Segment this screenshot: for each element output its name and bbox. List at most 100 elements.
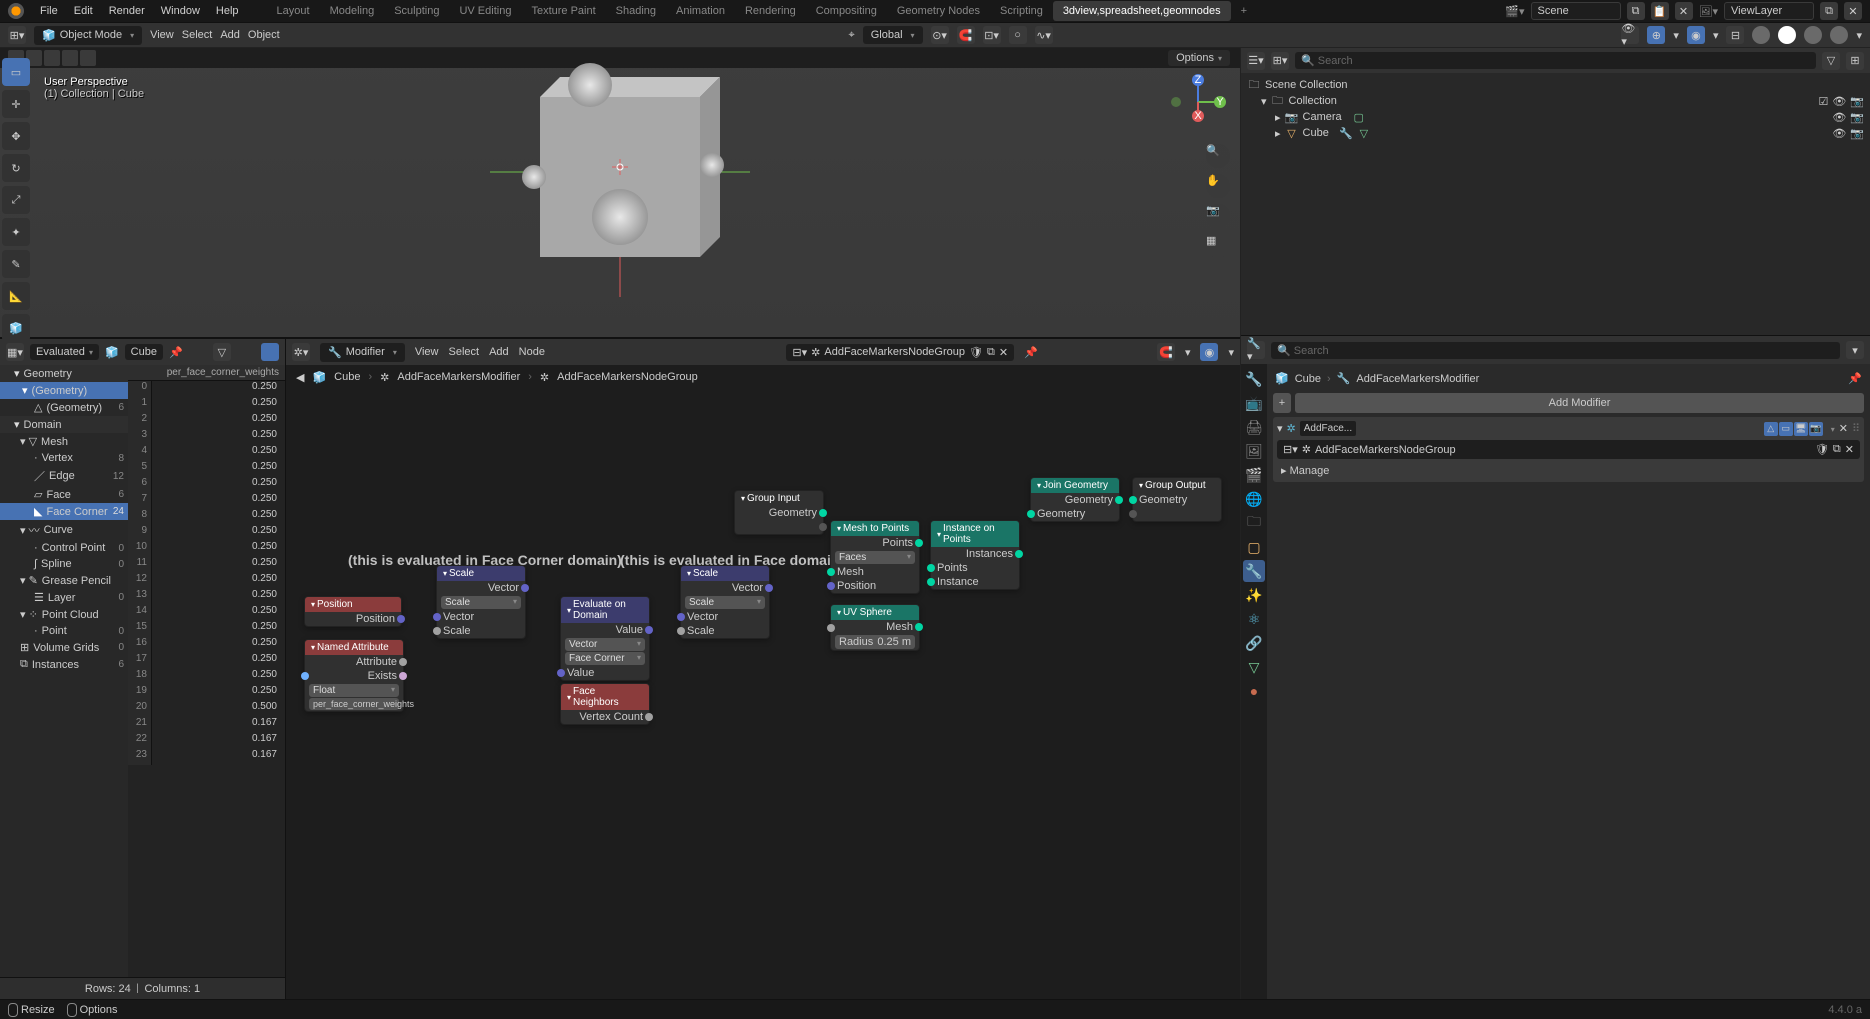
snap-type-icon[interactable]: ⊡▾ xyxy=(983,26,1001,44)
node-uv-sphere[interactable]: UV Sphere Mesh Radius0.25 m xyxy=(830,604,920,651)
menu-render[interactable]: Render xyxy=(101,5,153,17)
table-row[interactable]: 40.250 xyxy=(128,445,285,461)
node-group-output[interactable]: Group Output Geometry xyxy=(1132,477,1222,522)
table-row[interactable]: 130.250 xyxy=(128,589,285,605)
pan-icon[interactable]: ✋ xyxy=(1206,174,1230,198)
table-row[interactable]: 120.250 xyxy=(128,573,285,589)
tab-mesh-icon[interactable]: ▽ xyxy=(1243,656,1265,678)
table-row[interactable]: 110.250 xyxy=(128,557,285,573)
viewport-options[interactable]: Options xyxy=(1168,50,1230,66)
sel-invert-icon[interactable] xyxy=(62,50,78,66)
eval-domain-domain[interactable]: Face Corner xyxy=(565,652,645,665)
props-editor-icon[interactable]: 🔧▾ xyxy=(1247,341,1265,359)
tab-world-icon[interactable]: 🌐 xyxy=(1243,488,1265,510)
proportional-icon[interactable]: ○ xyxy=(1009,26,1027,44)
vp-menu-view[interactable]: View xyxy=(150,29,174,41)
geonodes-type-select[interactable]: 🔧 Modifier xyxy=(320,343,405,362)
tab-collection-icon[interactable]: 🗀 xyxy=(1243,512,1265,534)
filter-funnel-icon[interactable]: ▽ xyxy=(213,343,231,361)
tree-geometry-inner[interactable]: ▾ (Geometry) xyxy=(0,382,128,399)
tab-compositing[interactable]: Compositing xyxy=(806,1,887,21)
table-row[interactable]: 90.250 xyxy=(128,525,285,541)
tab-uv[interactable]: UV Editing xyxy=(449,1,521,21)
nodegroup-selector[interactable]: ⊟▾ ✲ AddFaceMarkersNodeGroup 🛡 ⧉ ✕ xyxy=(786,344,1014,361)
tree-ctrlpt[interactable]: · Control Point0 xyxy=(0,540,128,556)
table-row[interactable]: 00.250 xyxy=(128,381,285,397)
mod-top-icon[interactable]: △ xyxy=(1764,422,1778,436)
tree-face-corner[interactable]: ◣ Face Corner24 xyxy=(0,503,128,520)
menu-edit[interactable]: Edit xyxy=(66,5,101,17)
tree-mesh[interactable]: ▾ ▽ Mesh xyxy=(0,433,128,450)
tool-select-box-icon[interactable]: ▭ xyxy=(2,58,30,86)
named-attr-type[interactable]: Float xyxy=(309,684,399,697)
node-instance-on-points[interactable]: Instance on Points Instances Points Inst… xyxy=(930,520,1020,590)
table-row[interactable]: 180.250 xyxy=(128,669,285,685)
tab-physics-icon[interactable]: ⚛ xyxy=(1243,608,1265,630)
props-options-icon[interactable]: ▾ xyxy=(1846,341,1864,359)
table-row[interactable]: 150.250 xyxy=(128,621,285,637)
tab-texpaint[interactable]: Texture Paint xyxy=(521,1,605,21)
outliner-new-collection-icon[interactable]: ⊞ xyxy=(1846,52,1864,70)
node-face-neighbors[interactable]: Face Neighbors Vertex Count xyxy=(560,683,650,725)
tab-material-icon[interactable]: ● xyxy=(1243,680,1265,702)
tree-gp[interactable]: ▾ ✎ Grease Pencil xyxy=(0,572,128,589)
outliner-filter-icon[interactable]: ▽ xyxy=(1822,52,1840,70)
table-row[interactable]: 160.250 xyxy=(128,637,285,653)
table-row[interactable]: 170.250 xyxy=(128,653,285,669)
tool-rotate-icon[interactable]: ↻ xyxy=(2,154,30,182)
scale1-mode[interactable]: Scale xyxy=(441,596,521,609)
manage-panel[interactable]: ▸ Manage xyxy=(1275,461,1862,480)
persp-ortho-icon[interactable]: ▦ xyxy=(1206,234,1230,258)
sel-subtract-icon[interactable] xyxy=(44,50,60,66)
tab-layout[interactable]: Layout xyxy=(267,1,320,21)
render-icon[interactable]: 📷 xyxy=(1850,95,1864,108)
nav-gizmo[interactable]: Z Y X xyxy=(1168,72,1228,132)
tab-tool-icon[interactable]: 🔧 xyxy=(1243,368,1265,390)
snap-toggle-icon[interactable]: 🧲 xyxy=(957,26,975,44)
tree-instances[interactable]: ⧉ Instances6 xyxy=(0,656,128,673)
eye-icon[interactable]: 👁 xyxy=(1832,111,1846,124)
mod-realtime-icon[interactable]: 🖥 xyxy=(1794,422,1808,436)
named-attr-name[interactable]: per_face_corner_weights xyxy=(309,698,399,710)
node-position[interactable]: Position Position xyxy=(304,596,402,627)
gizmo-toggle-icon[interactable]: ⊕ xyxy=(1647,26,1665,44)
mod-drag-icon[interactable]: ⠿ xyxy=(1852,422,1860,435)
orientation-icon[interactable]: ⌖ xyxy=(849,29,855,42)
sel-intersect-icon[interactable] xyxy=(80,50,96,66)
scene-copy-icon[interactable]: 📋 xyxy=(1651,2,1669,20)
viewlayer-name-field[interactable]: ViewLayer xyxy=(1724,2,1814,20)
ne-menu-select[interactable]: Select xyxy=(449,346,480,358)
render-icon[interactable]: 📷 xyxy=(1850,111,1864,124)
tool-measure-icon[interactable]: 📐 xyxy=(2,282,30,310)
outliner-scene-collection[interactable]: 🗀Scene Collection xyxy=(1245,77,1866,93)
ng-unlink-icon[interactable]: ✕ xyxy=(1845,443,1854,456)
tool-add-cube-icon[interactable]: 🧊 xyxy=(2,314,30,342)
table-row[interactable]: 210.167 xyxy=(128,717,285,733)
table-row[interactable]: 50.250 xyxy=(128,461,285,477)
viewlayer-new-icon[interactable]: ⧉ xyxy=(1820,2,1838,20)
mod-render-icon[interactable]: 📷 xyxy=(1809,422,1823,436)
eye-icon[interactable]: 👁 xyxy=(1832,127,1846,140)
ng-copy-icon[interactable]: ⧉ xyxy=(1833,443,1841,456)
tab-geonodes[interactable]: Geometry Nodes xyxy=(887,1,990,21)
ne-menu-view[interactable]: View xyxy=(415,346,439,358)
menu-file[interactable]: File xyxy=(32,5,66,17)
node-scale-1[interactable]: Scale Vector Scale Vector Scale xyxy=(436,565,526,639)
outliner-camera[interactable]: ▸📷Camera▢👁📷 xyxy=(1245,109,1866,125)
tab-animation[interactable]: Animation xyxy=(666,1,735,21)
ne-menu-node[interactable]: Node xyxy=(519,346,545,358)
tool-transform-icon[interactable]: ✦ xyxy=(2,218,30,246)
pin-icon[interactable]: 📌 xyxy=(169,346,183,359)
overlays-toggle-icon[interactable]: ◉ xyxy=(1687,26,1705,44)
bc-ng[interactable]: AddFaceMarkersNodeGroup xyxy=(557,371,698,383)
table-row[interactable]: 140.250 xyxy=(128,605,285,621)
uv-sphere-radius[interactable]: Radius0.25 m xyxy=(835,635,915,649)
outliner-cube[interactable]: ▸▽Cube🔧▽👁📷 xyxy=(1245,125,1866,141)
tree-geometry-leaf[interactable]: △ (Geometry)6 xyxy=(0,399,128,416)
scene-name-field[interactable]: Scene xyxy=(1531,2,1621,20)
tool-annotate-icon[interactable]: ✎ xyxy=(2,250,30,278)
table-row[interactable]: 100.250 xyxy=(128,541,285,557)
new-nodegroup-icon[interactable]: ⧉ xyxy=(987,346,995,359)
vp-menu-select[interactable]: Select xyxy=(182,29,213,41)
orientation-select[interactable]: Global xyxy=(863,26,923,44)
